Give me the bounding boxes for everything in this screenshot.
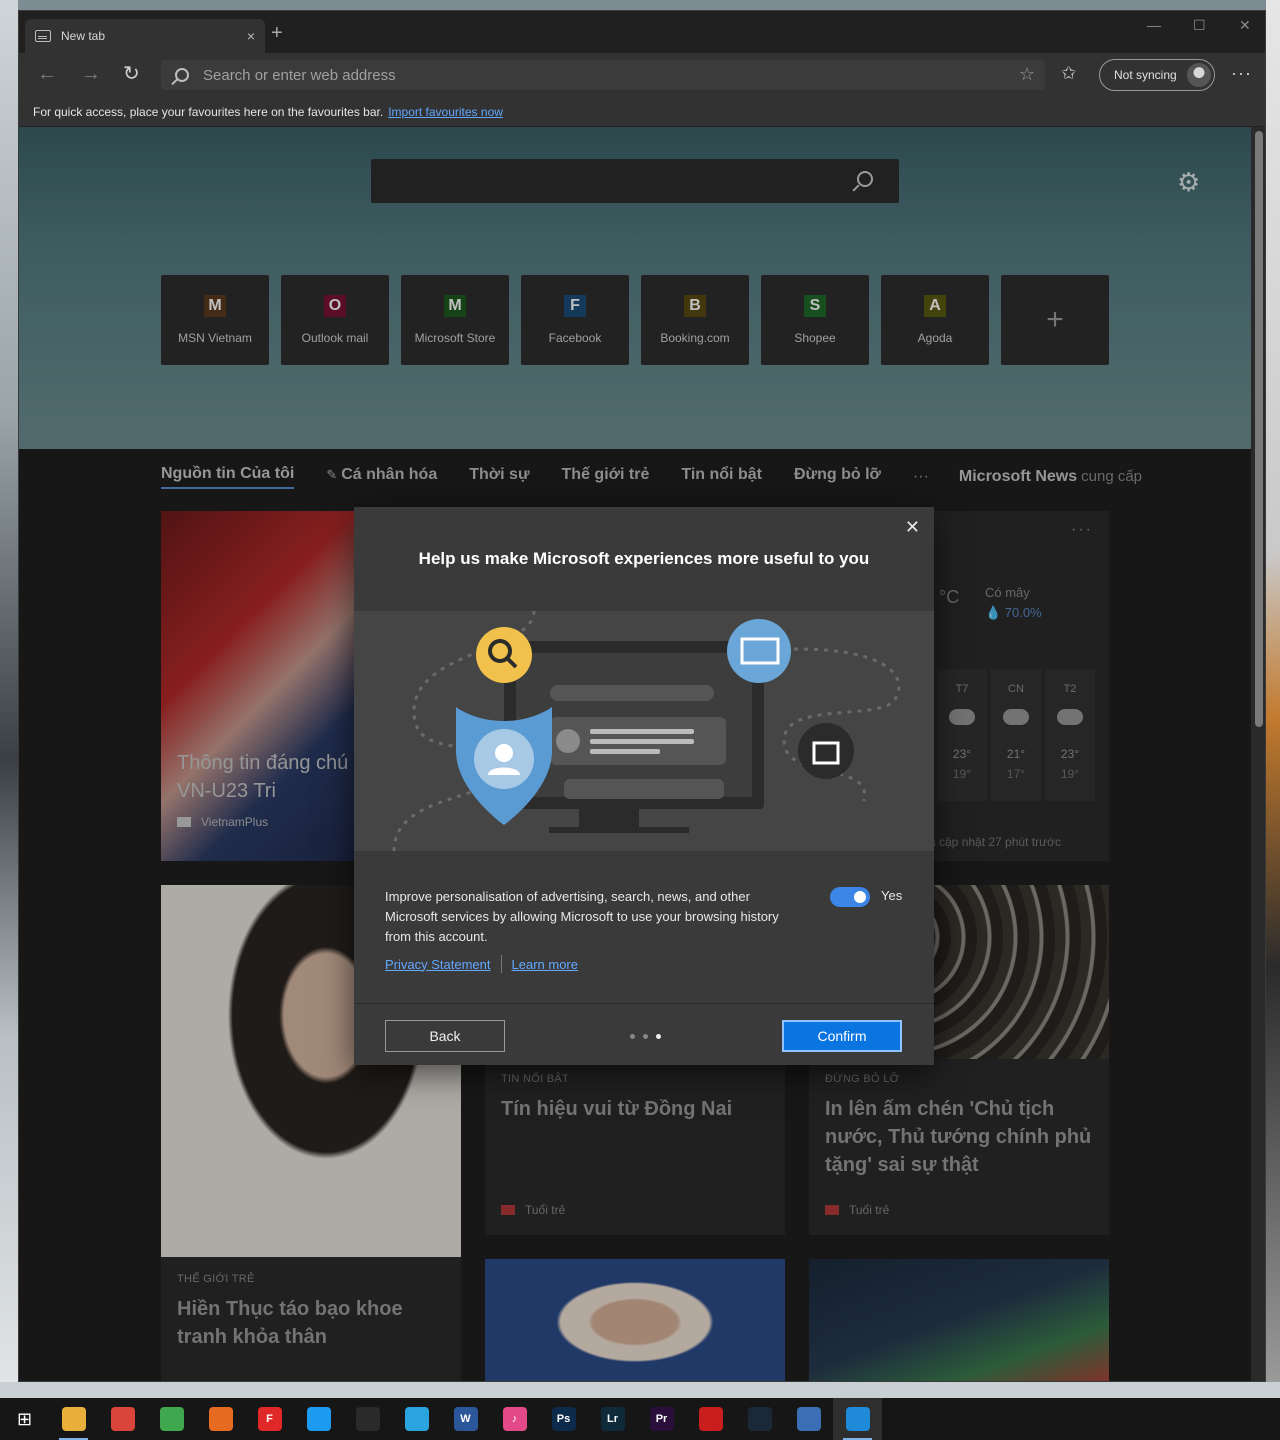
favorites-icon[interactable]: ✩	[1061, 63, 1076, 84]
photoshop-icon[interactable]: Ps	[539, 1398, 588, 1440]
maximize-button[interactable]: ☐	[1193, 17, 1206, 34]
itunes-icon[interactable]: ♪	[490, 1398, 539, 1440]
personalization-toggle[interactable]	[830, 887, 870, 907]
new-tab-button[interactable]: +	[271, 23, 283, 43]
steam-icon-glyph	[747, 1407, 772, 1431]
scrollbar-thumb[interactable]	[1255, 131, 1263, 727]
tab-title: New tab	[61, 29, 106, 43]
close-window-button[interactable]: ✕	[1239, 17, 1251, 34]
import-favourites-link[interactable]: Import favourites now	[388, 105, 503, 119]
lightroom-icon[interactable]: Lr	[588, 1398, 637, 1440]
file-explorer-icon-glyph	[61, 1407, 86, 1431]
firefox-icon-glyph	[208, 1407, 233, 1431]
minimize-button[interactable]: —	[1147, 17, 1161, 33]
flipboard-icon[interactable]: F	[245, 1398, 294, 1440]
dialog-footer: Back Confirm	[354, 1003, 934, 1065]
premiere-icon[interactable]: Pr	[637, 1398, 686, 1440]
shopping-bubble-icon	[798, 723, 854, 779]
edge-icon-glyph	[845, 1407, 870, 1431]
dialog-links: Privacy Statement Learn more	[385, 955, 578, 973]
support-icon-glyph	[796, 1407, 821, 1431]
add-favorite-star-icon[interactable]: ☆	[1019, 64, 1035, 85]
chrome-icon-glyph	[110, 1407, 135, 1431]
file-explorer-icon[interactable]	[49, 1398, 98, 1440]
word-icon-glyph: W	[453, 1407, 478, 1431]
dialog-illustration	[354, 610, 934, 852]
illustration-svg	[392, 610, 901, 852]
favorites-bar-hint: For quick access, place your favourites …	[33, 104, 384, 119]
new-tab-page-icon	[35, 30, 51, 42]
confirm-button[interactable]: Confirm	[782, 1020, 902, 1052]
step-dot	[643, 1034, 648, 1039]
more-menu-icon[interactable]: ···	[1231, 63, 1252, 84]
support-icon[interactable]	[784, 1398, 833, 1440]
personalization-dialog: ✕ Help us make Microsoft experiences mor…	[354, 507, 934, 1065]
dialog-title: Help us make Microsoft experiences more …	[418, 549, 870, 568]
chrome-icon[interactable]	[98, 1398, 147, 1440]
step-dot	[630, 1034, 635, 1039]
windows-start-icon[interactable]: ⊞	[0, 1398, 49, 1440]
photos-icon[interactable]	[343, 1398, 392, 1440]
tick-tick-icon[interactable]	[147, 1398, 196, 1440]
favorites-bar: For quick access, place your favourites …	[19, 97, 1265, 127]
privacy-statement-link[interactable]: Privacy Statement	[385, 957, 491, 972]
desktop-background-left	[0, 0, 18, 1382]
sync-status-label: Not syncing	[1114, 68, 1177, 82]
photos-icon-glyph	[355, 1407, 380, 1431]
taskbar: ⊞ F W ♪ Ps Lr Pr	[0, 1398, 1280, 1440]
windows-start-icon-glyph: ⊞	[12, 1407, 37, 1431]
tab-strip: New tab × + — ☐ ✕	[19, 11, 1265, 53]
address-input[interactable]	[203, 66, 963, 84]
toggle-label: Yes	[881, 888, 903, 903]
desktop-background-bottom	[0, 1382, 1280, 1398]
flipboard-icon-glyph: F	[257, 1407, 282, 1431]
forward-arrow-icon[interactable]: →	[81, 63, 101, 85]
new-tab-page: ⚙ M MSN Vietnam O Outlook mail M Microso…	[19, 127, 1251, 1381]
word-icon[interactable]: W	[441, 1398, 490, 1440]
acrobat-icon[interactable]	[686, 1398, 735, 1440]
tick-tick-icon-glyph	[159, 1407, 184, 1431]
lightroom-icon-glyph: Lr	[600, 1407, 625, 1431]
back-button[interactable]: Back	[385, 1020, 505, 1052]
toolbar: ← → ↻ ☆ ✩ Not syncing ···	[19, 53, 1265, 97]
search-bubble-icon	[476, 627, 532, 683]
avatar	[1187, 63, 1211, 87]
twitter-icon[interactable]	[294, 1398, 343, 1440]
edge-icon[interactable]	[833, 1398, 882, 1440]
telegram-icon[interactable]	[392, 1398, 441, 1440]
search-icon	[175, 68, 189, 82]
tab-new-tab[interactable]: New tab ×	[25, 19, 265, 53]
link-separator	[500, 955, 502, 973]
twitter-icon-glyph	[306, 1407, 331, 1431]
news-bubble-icon	[727, 619, 791, 683]
profile-sync-button[interactable]: Not syncing	[1099, 59, 1215, 91]
refresh-icon[interactable]: ↻	[123, 63, 140, 85]
acrobat-icon-glyph	[698, 1407, 723, 1431]
learn-more-link[interactable]: Learn more	[512, 957, 578, 972]
telegram-icon-glyph	[404, 1407, 429, 1431]
back-arrow-icon[interactable]: ←	[37, 63, 57, 85]
dialog-body-text: Improve personalisation of advertising, …	[385, 889, 779, 944]
step-dot-active	[656, 1034, 661, 1039]
page-scrollbar[interactable]	[1251, 127, 1265, 1381]
tab-close-icon[interactable]: ×	[247, 28, 255, 44]
steam-icon[interactable]	[735, 1398, 784, 1440]
premiere-icon-glyph: Pr	[649, 1407, 674, 1431]
step-indicator	[630, 1034, 661, 1039]
address-bar[interactable]: ☆	[161, 60, 1045, 90]
browser-window: New tab × + — ☐ ✕ ← → ↻ ☆ ✩ Not syncing …	[18, 10, 1266, 1382]
firefox-icon[interactable]	[196, 1398, 245, 1440]
photoshop-icon-glyph: Ps	[551, 1407, 576, 1431]
close-icon[interactable]: ✕	[905, 517, 920, 538]
desktop-background-right	[1266, 0, 1280, 1382]
itunes-icon-glyph: ♪	[502, 1407, 527, 1431]
toggle-knob	[854, 891, 866, 903]
